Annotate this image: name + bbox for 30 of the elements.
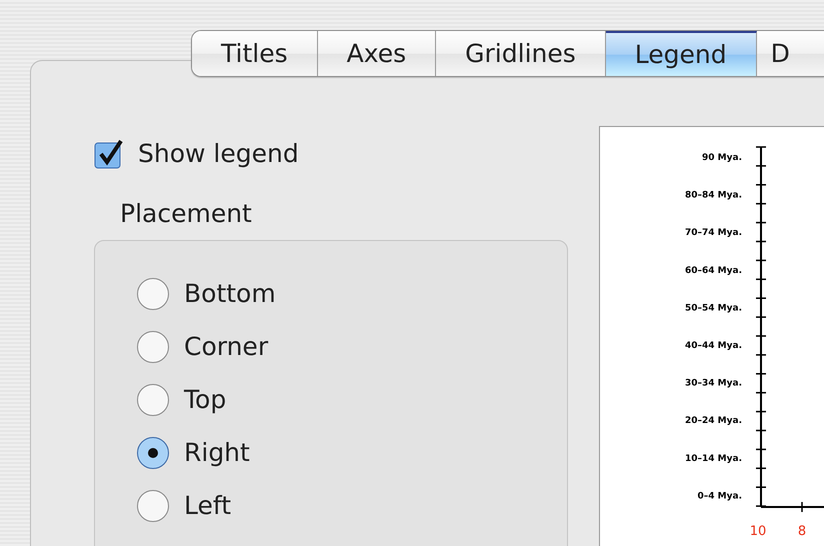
axis-label: 40–44 Mya. xyxy=(685,341,742,351)
axis-label: 90 Mya. xyxy=(702,153,742,163)
group-title: Placement xyxy=(120,198,253,230)
tab[interactable]: Axes xyxy=(318,31,436,76)
tab[interactable]: Titles xyxy=(192,31,318,76)
checkbox[interactable] xyxy=(94,138,124,169)
tab[interactable]: Gridlines xyxy=(436,31,606,76)
radio-label: Bottom xyxy=(184,278,276,310)
checkbox-label: Show legend xyxy=(138,138,299,170)
axis-label: 70–74 Mya. xyxy=(685,228,742,238)
tab[interactable]: D xyxy=(756,31,824,76)
axis-label: 10 xyxy=(750,524,766,539)
radio-label: Top xyxy=(184,384,226,416)
radio-label: Corner xyxy=(184,330,268,363)
axis-label: 80–84 Mya. xyxy=(685,190,742,201)
axis-label: 20–24 Mya. xyxy=(685,416,742,426)
axis-label: 10–14 Mya. xyxy=(685,454,742,464)
radio-button[interactable] xyxy=(136,276,170,310)
radio-button[interactable] xyxy=(136,488,170,522)
axis-label: 0–4 Mya. xyxy=(698,491,742,502)
radio-button[interactable] xyxy=(136,330,170,364)
axis-label: 8 xyxy=(798,524,806,539)
axis-label: 60–64 Mya. xyxy=(685,266,742,276)
tab[interactable]: Legend xyxy=(606,31,757,76)
radio-button[interactable] xyxy=(136,436,170,470)
radio-label: Left xyxy=(184,490,232,522)
axis-label: 30–34 Mya. xyxy=(685,378,742,389)
axis-label: 50–54 Mya. xyxy=(685,303,742,314)
radio-label: Right xyxy=(184,436,250,469)
radio-button[interactable] xyxy=(136,382,170,416)
